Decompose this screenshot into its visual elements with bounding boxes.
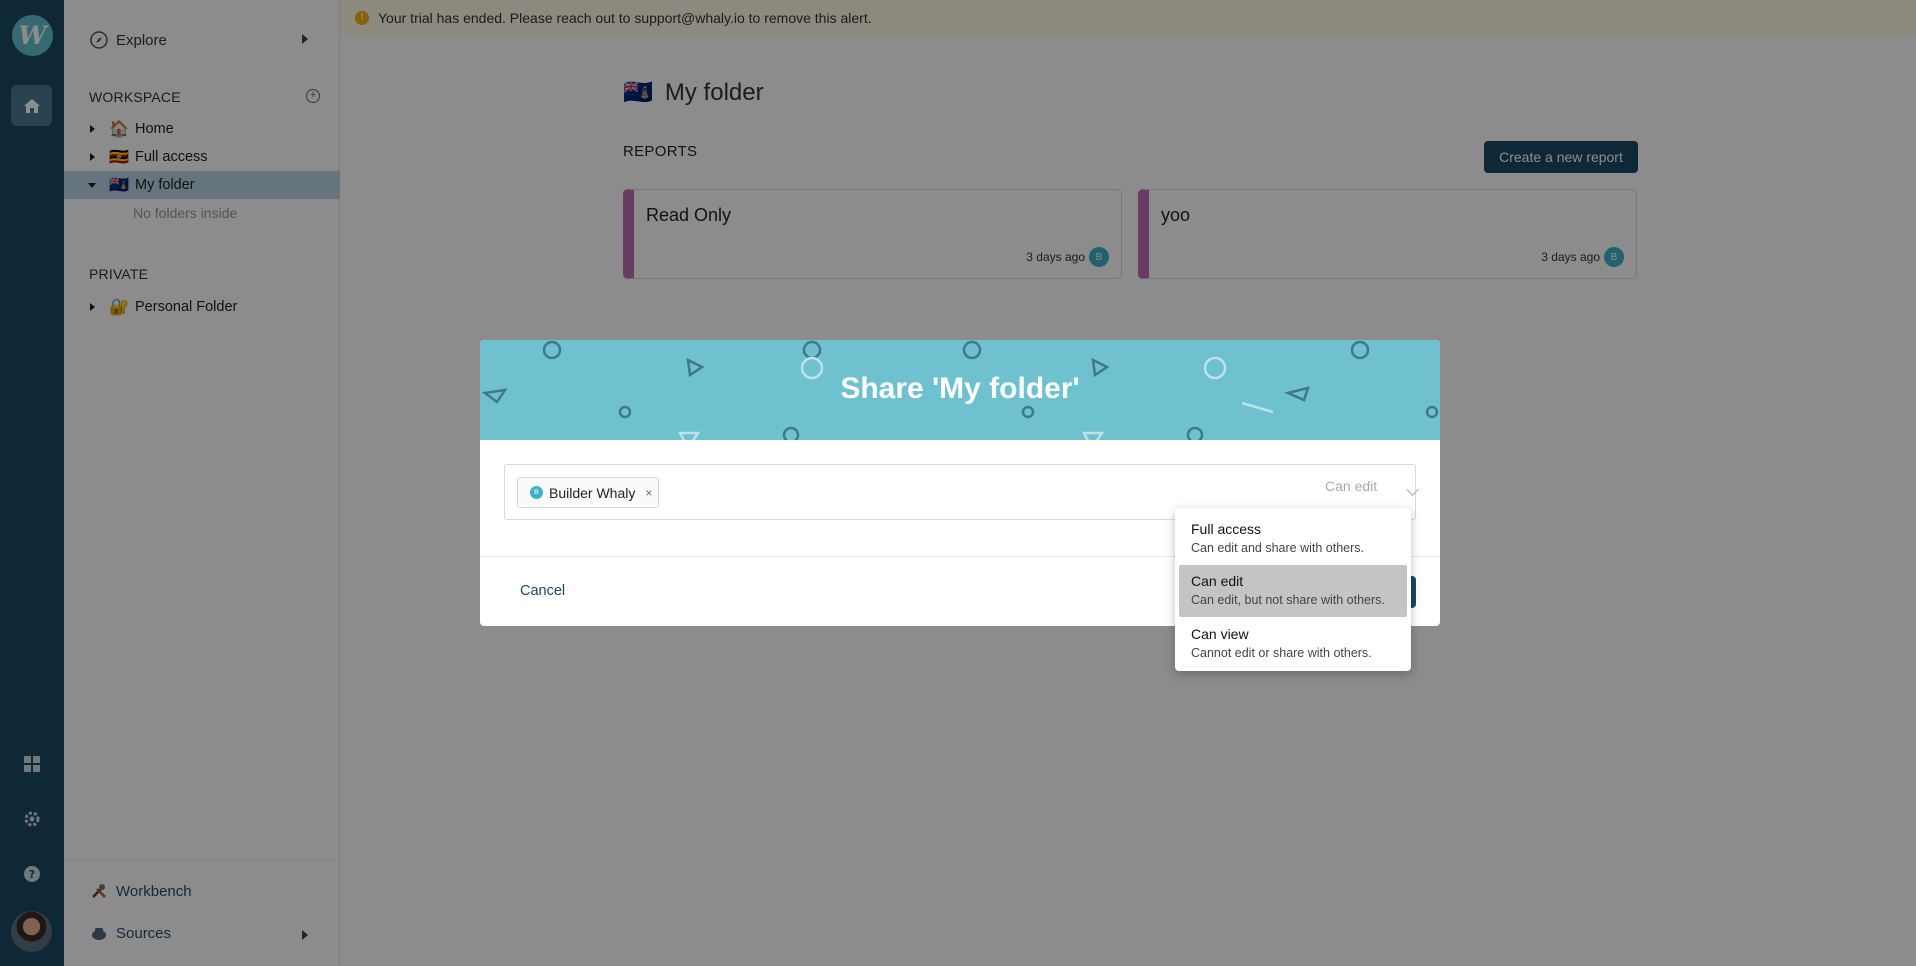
- cancel-button[interactable]: Cancel: [520, 583, 565, 599]
- option-label: Full access: [1191, 521, 1262, 537]
- user-tag: B Builder Whaly ×: [517, 477, 660, 508]
- option-can-edit[interactable]: Can edit Can edit, but not share with ot…: [1179, 565, 1407, 617]
- user-tag-name: Builder Whaly: [549, 484, 636, 501]
- close-icon[interactable]: ×: [645, 486, 652, 500]
- user-tag-avatar: B: [530, 486, 543, 499]
- option-label: Can edit: [1191, 573, 1244, 589]
- option-full-access[interactable]: Full access Can edit and share with othe…: [1179, 513, 1407, 565]
- modal-header: Share 'My folder': [480, 340, 1440, 440]
- option-description: Can edit and share with others.: [1191, 541, 1365, 555]
- option-description: Cannot edit or share with others.: [1191, 646, 1372, 660]
- modal-title: Share 'My folder': [840, 372, 1080, 405]
- permission-select[interactable]: Can edit: [1325, 478, 1377, 494]
- option-can-view[interactable]: Can view Cannot edit or share with other…: [1179, 618, 1407, 670]
- chevron-down-icon[interactable]: [1406, 483, 1419, 496]
- option-description: Can edit, but not share with others.: [1191, 593, 1385, 607]
- permission-dropdown: Full access Can edit and share with othe…: [1175, 508, 1411, 671]
- option-label: Can view: [1191, 626, 1249, 642]
